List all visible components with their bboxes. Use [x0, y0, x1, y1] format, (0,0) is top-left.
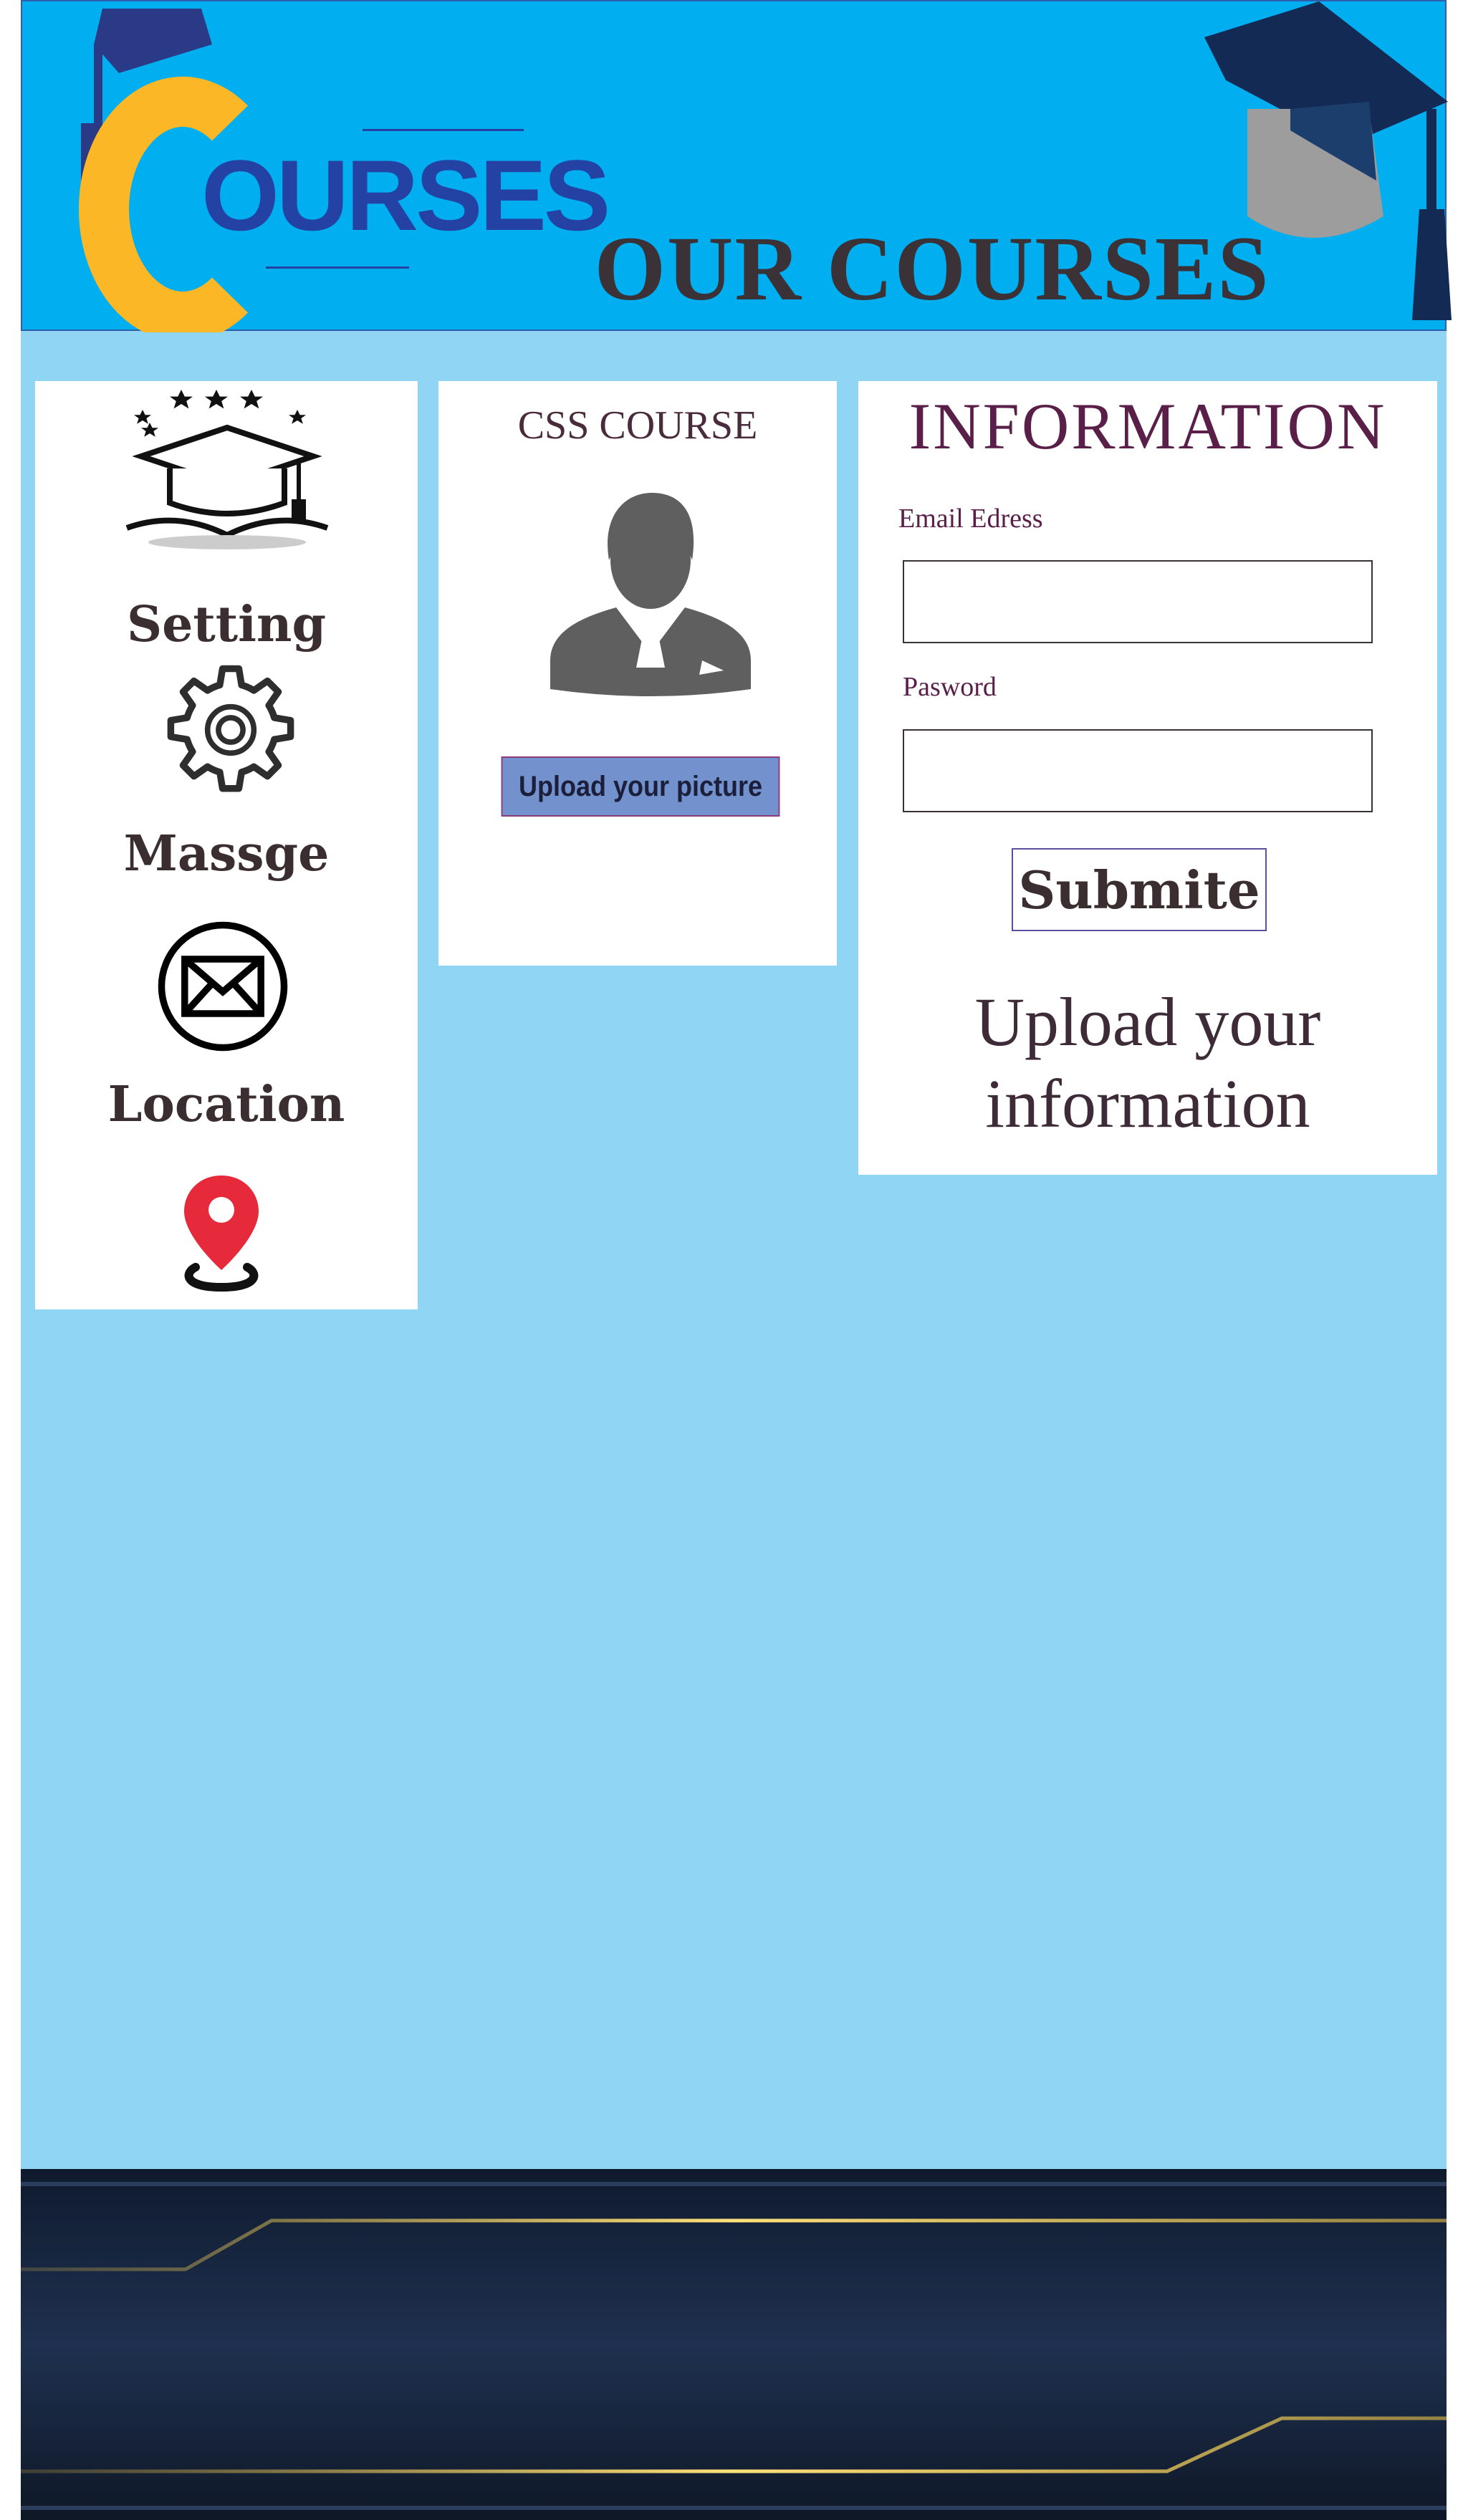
envelope-icon[interactable]	[155, 918, 291, 1054]
logo-text: OURSES	[201, 139, 610, 251]
page: OURSES OUR COURSES Setting Massge Locati…	[21, 0, 1452, 2520]
sidebar-card: Setting Massge Location	[35, 381, 418, 1309]
password-label: Pasword	[903, 672, 997, 702]
sidebar-item-location[interactable]: Location	[35, 1076, 418, 1133]
location-pin-icon[interactable]	[178, 1173, 264, 1294]
submit-button[interactable]: Submite	[1012, 848, 1267, 931]
email-field[interactable]	[903, 560, 1373, 643]
sidebar-item-message[interactable]: Massge	[35, 825, 418, 883]
upload-information-text: Upload your information	[858, 981, 1437, 1145]
information-card: INFORMATION Email Edress Pasword Submite…	[858, 381, 1437, 1175]
graduation-cap-icon	[1204, 1, 1452, 320]
upload-info-line-2: information	[985, 1065, 1310, 1142]
course-title: CSS COURSE	[517, 403, 758, 448]
information-title: INFORMATION	[908, 390, 1387, 463]
upload-info-line-1: Upload your	[974, 984, 1321, 1060]
upload-picture-button[interactable]: Upload your picture	[501, 756, 780, 817]
course-card: CSS COURSE Upload your picture	[438, 381, 837, 966]
password-field[interactable]	[903, 729, 1373, 812]
footer-banner	[21, 2169, 1447, 2520]
email-label: Email Edress	[898, 504, 1043, 534]
graduation-cap-book-icon	[125, 390, 329, 549]
header-banner: OURSES OUR COURSES	[21, 0, 1452, 332]
gear-icon[interactable]	[163, 662, 299, 798]
sidebar-item-setting[interactable]: Setting	[35, 596, 418, 653]
user-avatar-icon	[550, 493, 751, 696]
